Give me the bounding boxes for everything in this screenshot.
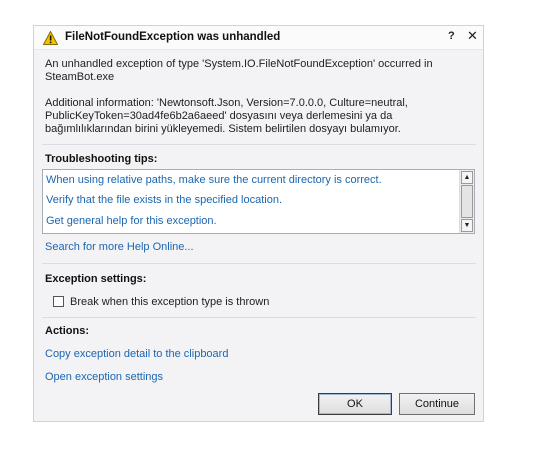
- scroll-down-arrow-icon[interactable]: ▼: [461, 219, 473, 232]
- additional-information: Additional information: 'Newtonsoft.Json…: [45, 97, 408, 135]
- close-button[interactable]: ✕: [467, 28, 478, 44]
- divider: [42, 144, 476, 145]
- exception-description: An unhandled exception of type 'System.I…: [45, 58, 433, 83]
- tip-link-verify-file[interactable]: Verify that the file exists in the speci…: [46, 194, 282, 206]
- break-on-exception-label[interactable]: Break when this exception type is thrown: [70, 296, 269, 308]
- search-help-online-link[interactable]: Search for more Help Online...: [45, 241, 194, 253]
- title-bar[interactable]: FileNotFoundException was unhandled ? ✕: [34, 26, 483, 50]
- warning-icon: [43, 31, 58, 45]
- copy-exception-detail-link[interactable]: Copy exception detail to the clipboard: [45, 348, 228, 360]
- scroll-thumb[interactable]: [461, 185, 473, 218]
- break-on-exception-checkbox[interactable]: [53, 296, 64, 307]
- tips-scrollbar[interactable]: ▲ ▼: [459, 170, 474, 233]
- tip-link-general-help[interactable]: Get general help for this exception.: [46, 215, 217, 227]
- continue-button[interactable]: Continue: [399, 393, 475, 415]
- ok-button[interactable]: OK: [318, 393, 392, 415]
- actions-heading: Actions:: [45, 325, 89, 337]
- divider: [42, 263, 476, 264]
- open-exception-settings-link[interactable]: Open exception settings: [45, 371, 163, 383]
- divider: [42, 317, 476, 318]
- scroll-up-arrow-icon[interactable]: ▲: [461, 171, 473, 184]
- troubleshooting-tips-list[interactable]: When using relative paths, make sure the…: [42, 169, 475, 234]
- troubleshooting-heading: Troubleshooting tips:: [45, 153, 158, 165]
- exception-dialog: FileNotFoundException was unhandled ? ✕ …: [33, 25, 484, 422]
- tip-link-relative-paths[interactable]: When using relative paths, make sure the…: [46, 174, 382, 186]
- help-button[interactable]: ?: [448, 30, 455, 42]
- exception-settings-heading: Exception settings:: [45, 273, 147, 285]
- dialog-title: FileNotFoundException was unhandled: [65, 31, 281, 43]
